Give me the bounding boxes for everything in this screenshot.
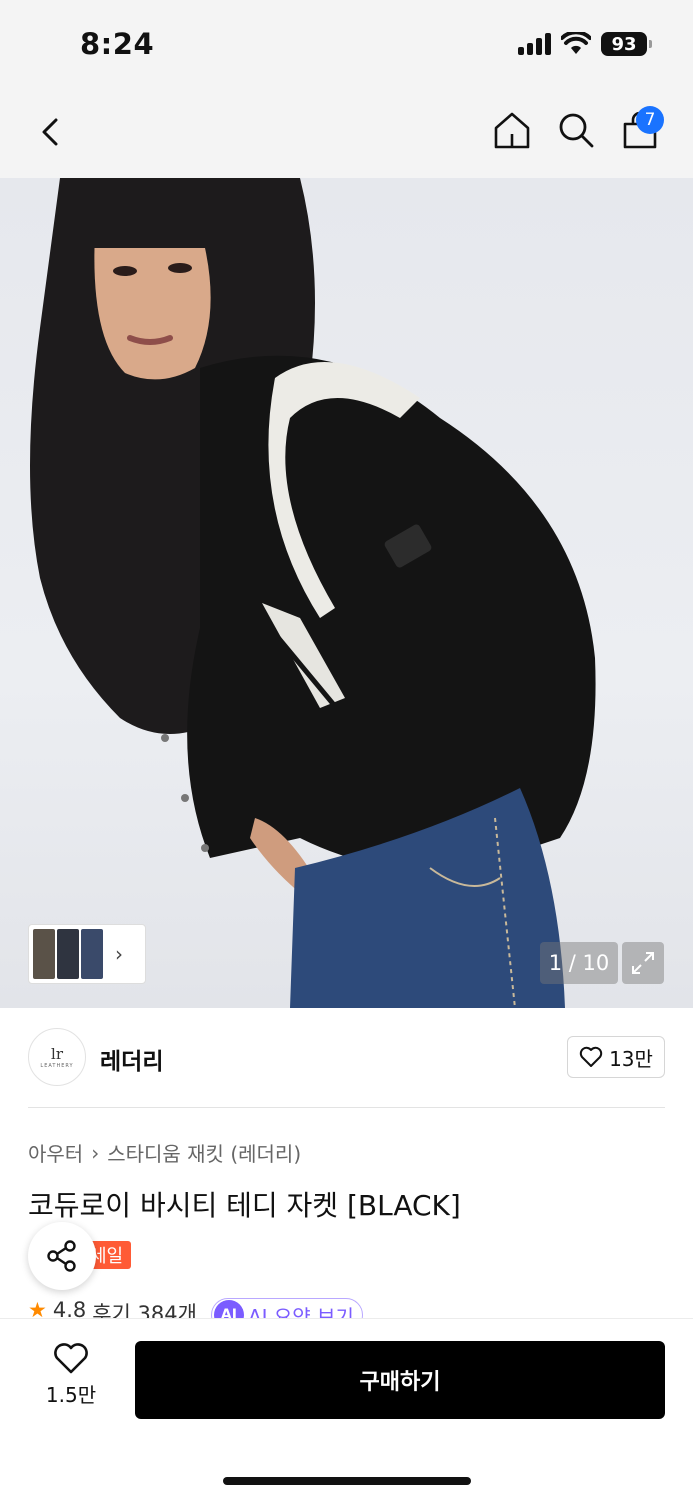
brand-like-count: 13만 xyxy=(609,1046,653,1071)
brand-logo[interactable]: lr LEATHERY xyxy=(28,1028,86,1086)
share-icon xyxy=(47,1240,76,1272)
star-icon: ★ xyxy=(28,1298,47,1320)
chevron-right-icon: › xyxy=(91,1140,100,1165)
heart-icon xyxy=(54,1343,88,1374)
chevron-right-icon[interactable]: › xyxy=(115,942,123,966)
thumbnail-2[interactable] xyxy=(57,929,79,979)
home-indicator xyxy=(223,1477,471,1485)
search-icon[interactable] xyxy=(556,110,596,150)
wifi-icon xyxy=(561,32,591,54)
brand-like-button[interactable]: 13만 xyxy=(567,1036,665,1078)
divider xyxy=(28,1107,665,1108)
status-icons: 93 xyxy=(518,32,652,56)
battery-icon: 93 xyxy=(601,32,652,56)
thumbnail-strip[interactable]: › xyxy=(28,924,146,984)
brand-name[interactable]: 레더리 xyxy=(100,1042,163,1076)
bottom-action-bar: 1.5만 구매하기 xyxy=(0,1318,693,1500)
expand-icon xyxy=(632,952,654,974)
expand-button[interactable] xyxy=(622,942,664,984)
breadcrumb: 아우터 › 스타디움 재킷 (레더리) xyxy=(28,1138,301,1167)
brand-row[interactable]: lr LEATHERY 레더리 13만 xyxy=(28,1028,665,1088)
share-button[interactable] xyxy=(28,1222,96,1290)
thumbnail-1[interactable] xyxy=(33,929,55,979)
product-title: 코듀로이 바시티 테디 자켓 [BLACK] xyxy=(28,1189,461,1222)
cellular-signal-icon xyxy=(518,33,551,55)
product-photo xyxy=(30,178,596,1008)
status-time: 8:24 xyxy=(80,27,155,61)
brand-logo-mark: lr xyxy=(51,1045,63,1063)
cart-count-badge: 7 xyxy=(636,106,664,134)
top-nav-bar: 7 xyxy=(0,90,693,178)
breadcrumb-category[interactable]: 아우터 xyxy=(28,1138,83,1167)
back-icon[interactable] xyxy=(34,112,68,152)
brand-logo-word: LEATHERY xyxy=(40,1063,74,1069)
review-count[interactable]: 후기 384개 xyxy=(92,1298,197,1320)
wishlist-button[interactable]: 1.5만 xyxy=(40,1343,102,1408)
ai-summary-button[interactable]: AI AI 요약 보기 xyxy=(210,1298,363,1320)
rating-value: 4.8 xyxy=(52,1298,87,1320)
wishlist-count: 1.5만 xyxy=(45,1383,97,1407)
buy-button[interactable]: 구매하기 xyxy=(135,1341,665,1419)
home-icon[interactable] xyxy=(492,110,532,150)
rating-row: ★ 4.8 후기 384개 AI AI 요약 보기 xyxy=(28,1298,363,1320)
breadcrumb-subcategory[interactable]: 스타디움 재킷 (레더리) xyxy=(107,1138,301,1167)
status-bar: 8:24 93 xyxy=(0,0,693,90)
thumbnail-3[interactable] xyxy=(81,929,103,979)
product-image[interactable]: › 1 / 10 xyxy=(0,178,693,1008)
ai-icon: AI xyxy=(213,1300,244,1320)
image-counter: 1 / 10 xyxy=(540,942,618,984)
heart-icon xyxy=(579,1046,603,1067)
